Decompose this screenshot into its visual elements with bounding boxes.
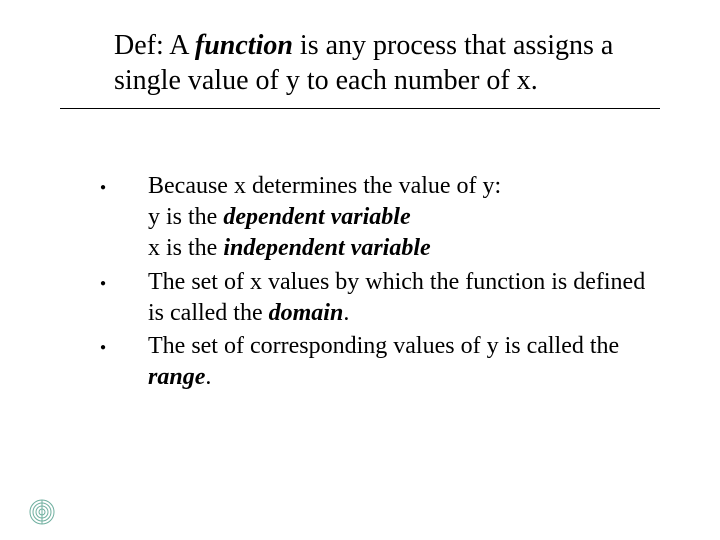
title-text-em: function	[195, 30, 293, 61]
text-line: y is the	[148, 204, 223, 230]
text-line: x is the	[148, 235, 223, 261]
bullet-text: The set of corresponding values of y is …	[148, 331, 650, 393]
slide: Def: A function is any process that assi…	[0, 0, 720, 540]
slide-title: Def: A function is any process that assi…	[60, 28, 660, 109]
title-text-pre: Def: A	[114, 30, 195, 61]
slide-body: ● Because x determines the value of y: y…	[60, 171, 660, 393]
text-em: range	[148, 364, 205, 390]
corner-ornament-icon	[28, 498, 56, 526]
text-em: independent variable	[223, 235, 430, 261]
list-item: ● Because x determines the value of y: y…	[100, 171, 650, 265]
bullet-text: The set of x values by which the functio…	[148, 267, 650, 329]
text-line: .	[205, 364, 211, 390]
text-line: Because x determines the value of y:	[148, 173, 501, 199]
list-item: ● The set of x values by which the funct…	[100, 267, 650, 329]
bullet-icon: ●	[100, 171, 148, 194]
text-line: The set of x values by which the functio…	[148, 269, 645, 326]
bullet-text: Because x determines the value of y: y i…	[148, 171, 650, 265]
text-em: domain	[269, 300, 344, 326]
list-item: ● The set of corresponding values of y i…	[100, 331, 650, 393]
text-line: The set of corresponding values of y is …	[148, 333, 619, 359]
text-line: .	[343, 300, 349, 326]
text-em: dependent variable	[223, 204, 410, 230]
bullet-icon: ●	[100, 331, 148, 354]
bullet-icon: ●	[100, 267, 148, 290]
